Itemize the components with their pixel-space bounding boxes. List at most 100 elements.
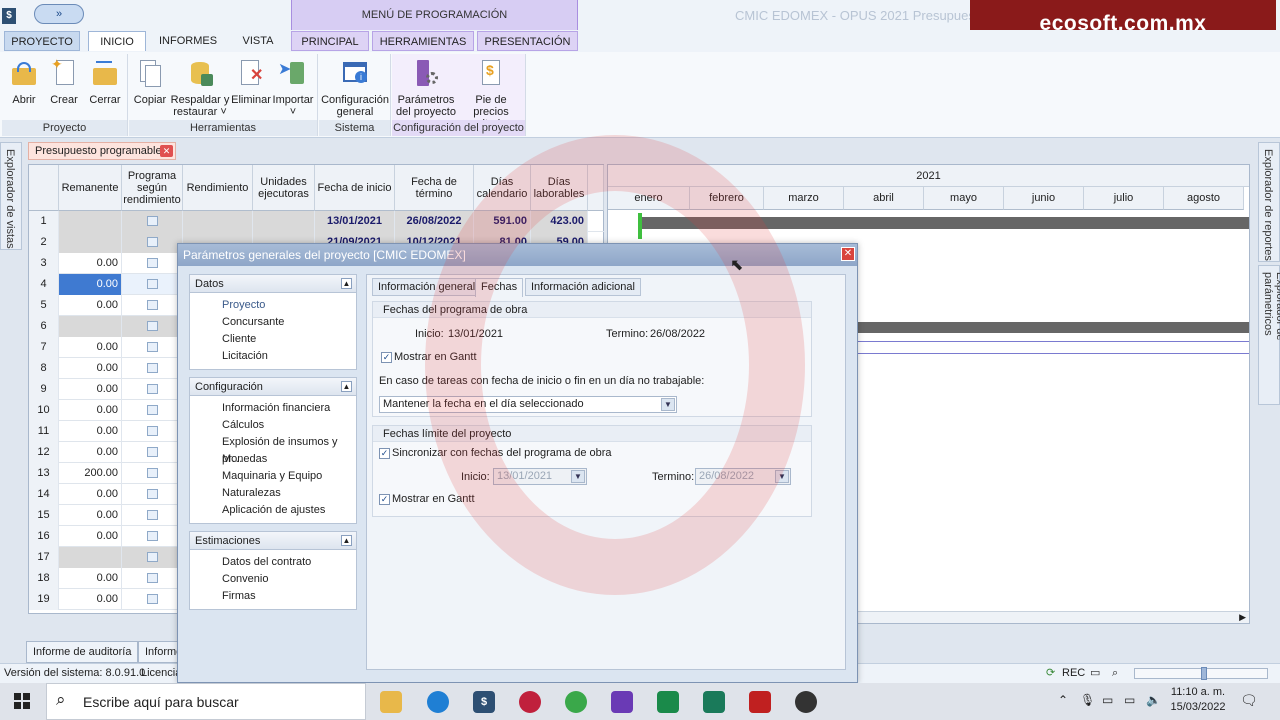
tab-informacion-general[interactable]: Información general <box>372 278 482 296</box>
crear-button[interactable]: ✦ Crear <box>44 56 84 106</box>
table-cell[interactable] <box>122 589 183 610</box>
chevron-down-icon[interactable]: ▼ <box>661 398 675 411</box>
chevron-down-icon[interactable]: ▼ <box>775 470 789 483</box>
program-checkbox[interactable] <box>147 384 158 394</box>
table-cell[interactable]: 0.00 <box>59 484 122 505</box>
nav-item-concursante[interactable]: Concursante <box>190 314 356 331</box>
table-cell[interactable]: 0.00 <box>59 358 122 379</box>
chevron-down-icon[interactable]: ▼ <box>571 470 585 483</box>
opus-icon[interactable]: $ <box>473 691 495 713</box>
table-cell[interactable] <box>122 211 183 232</box>
tab-proyecto[interactable]: PROYECTO <box>4 31 80 51</box>
table-cell[interactable] <box>59 211 122 232</box>
mostrar-gantt-checkbox[interactable]: ✓ <box>381 352 392 363</box>
page-icon[interactable]: ▭ <box>1090 664 1100 683</box>
program-checkbox[interactable] <box>147 342 158 352</box>
table-cell[interactable] <box>122 400 183 421</box>
nav-item-cliente[interactable]: Cliente <box>190 331 356 348</box>
sincronizar-checkbox[interactable]: ✓ <box>379 448 390 459</box>
configuracion-general-button[interactable]: i Configuración general <box>321 56 389 118</box>
table-cell[interactable]: 19 <box>29 589 59 610</box>
eliminar-button[interactable]: ✕ Eliminar <box>231 56 271 106</box>
volume-icon[interactable]: 🔈 <box>1146 693 1161 707</box>
table-cell[interactable] <box>122 442 183 463</box>
table-cell[interactable]: 7 <box>29 337 59 358</box>
tab-principal[interactable]: PRINCIPAL <box>291 31 369 51</box>
clock-app-icon[interactable] <box>519 691 541 713</box>
table-cell[interactable]: 12 <box>29 442 59 463</box>
tray-chevron-icon[interactable]: ⌃ <box>1058 693 1068 707</box>
program-checkbox[interactable] <box>147 237 158 247</box>
table-cell[interactable]: 5 <box>29 295 59 316</box>
battery-icon[interactable]: ▭ <box>1102 693 1113 707</box>
app-green-icon[interactable] <box>657 691 679 713</box>
mostrar-gantt-limit-checkbox[interactable]: ✓ <box>379 494 390 505</box>
termino-limit-date[interactable]: 26/08/2022 ▼ <box>695 468 791 485</box>
edge-icon[interactable] <box>427 691 449 713</box>
table-cell[interactable] <box>59 316 122 337</box>
nav-item-financiera[interactable]: Información financiera <box>190 400 356 417</box>
vistas-explorer-tab[interactable]: Explorador de vistas <box>0 142 22 250</box>
table-cell[interactable] <box>122 547 183 568</box>
table-cell[interactable]: 17 <box>29 547 59 568</box>
nav-item-calculos[interactable]: Cálculos <box>190 417 356 434</box>
table-row[interactable]: 1 13/01/2021 26/08/2022 591.00 423.00 <box>29 211 604 232</box>
collapse-icon[interactable]: ▲ <box>341 381 352 392</box>
filezilla-icon[interactable] <box>749 691 771 713</box>
parametros-proyecto-button[interactable]: Parámetros del proyecto <box>394 56 458 118</box>
table-cell[interactable]: 200.00 <box>59 463 122 484</box>
nav-head-datos[interactable]: Datos ▲ <box>190 275 356 293</box>
program-checkbox[interactable] <box>147 279 158 289</box>
nav-item-ajustes[interactable]: Aplicación de ajustes <box>190 502 356 519</box>
col-header[interactable]: Fecha de término <box>395 165 474 211</box>
respaldar-button[interactable]: Respaldar y restaurar ˅ <box>169 56 231 118</box>
close-icon[interactable]: ✕ <box>160 145 173 157</box>
notifications-icon[interactable]: 🗨 <box>1240 692 1258 709</box>
nav-item-maquinaria[interactable]: Maquinaria y Equipo <box>190 468 356 485</box>
nav-item-monedas[interactable]: Monedas <box>190 451 356 468</box>
store-icon[interactable] <box>611 691 633 713</box>
file-explorer-icon[interactable] <box>380 691 402 713</box>
table-cell[interactable] <box>122 232 183 253</box>
table-cell[interactable] <box>122 526 183 547</box>
table-cell[interactable]: 0.00 <box>59 568 122 589</box>
nav-item-convenio[interactable]: Convenio <box>190 571 356 588</box>
table-cell[interactable]: 13/01/2021 <box>315 211 395 232</box>
program-checkbox[interactable] <box>147 573 158 583</box>
table-cell[interactable]: 0.00 <box>59 589 122 610</box>
table-cell[interactable]: 26/08/2022 <box>395 211 474 232</box>
table-cell[interactable] <box>122 421 183 442</box>
table-cell[interactable]: 423.00 <box>531 211 588 232</box>
gantt-bar[interactable] <box>858 322 1249 333</box>
table-cell[interactable]: 0.00 <box>59 379 122 400</box>
program-checkbox[interactable] <box>147 216 158 226</box>
dia-no-trabajable-select[interactable]: Mantener la fecha en el día seleccionado… <box>379 396 677 413</box>
zoom-slider[interactable] <box>1134 667 1268 680</box>
table-cell[interactable]: 3 <box>29 253 59 274</box>
nav-item-licitacion[interactable]: Licitación <box>190 348 356 365</box>
table-cell[interactable]: 11 <box>29 421 59 442</box>
table-cell[interactable] <box>122 568 183 589</box>
table-cell[interactable]: 6 <box>29 316 59 337</box>
nav-item-firmas[interactable]: Firmas <box>190 588 356 605</box>
program-checkbox[interactable] <box>147 405 158 415</box>
nav-item-naturalezas[interactable]: Naturalezas <box>190 485 356 502</box>
table-cell[interactable]: 0.00 <box>59 421 122 442</box>
program-checkbox[interactable] <box>147 552 158 562</box>
table-cell[interactable]: 8 <box>29 358 59 379</box>
pie-precios-button[interactable]: $ Pie de precios unitarios <box>458 56 524 130</box>
parametricos-explorer-tab[interactable]: Explorador de parámetricos <box>1258 265 1280 405</box>
table-cell[interactable]: 10 <box>29 400 59 421</box>
table-cell[interactable] <box>122 379 183 400</box>
gantt-bar[interactable] <box>640 217 1249 229</box>
table-cell[interactable] <box>122 274 183 295</box>
program-checkbox[interactable] <box>147 300 158 310</box>
table-cell[interactable]: 0.00 <box>59 442 122 463</box>
table-cell[interactable]: 0.00 <box>59 274 122 295</box>
table-cell[interactable] <box>122 337 183 358</box>
table-cell[interactable] <box>253 211 315 232</box>
table-cell[interactable]: 15 <box>29 505 59 526</box>
col-header[interactable]: Remanente <box>59 165 122 211</box>
program-checkbox[interactable] <box>147 594 158 604</box>
nav-head-configuracion[interactable]: Configuración ▲ <box>190 378 356 396</box>
